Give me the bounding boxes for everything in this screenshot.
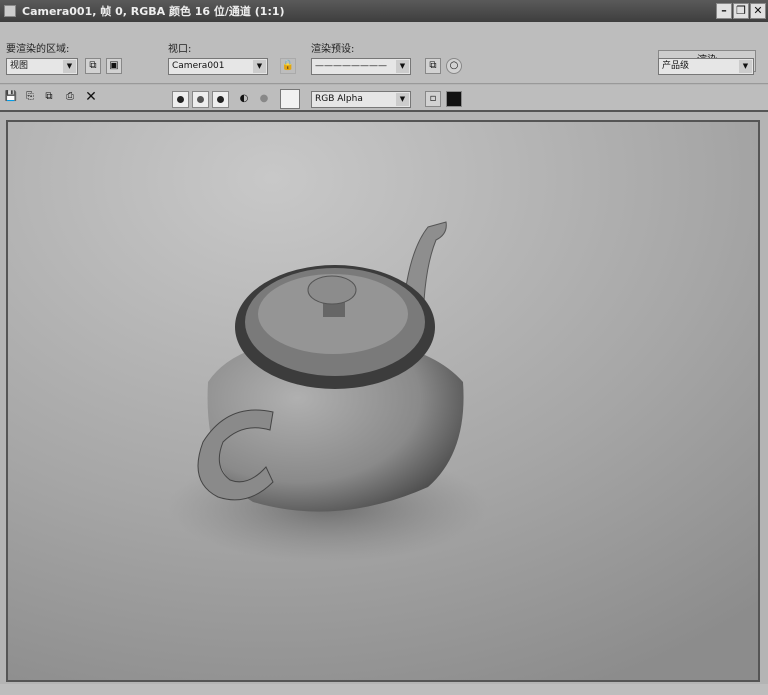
display-toggle-icon[interactable]: ▫ [425, 91, 441, 107]
blue-channel-toggle[interactable] [212, 91, 229, 108]
save-icon[interactable]: 💾 [3, 90, 19, 106]
area-value: 视图 [10, 61, 29, 71]
close-button[interactable]: ✕ [750, 3, 766, 19]
green-channel-toggle[interactable] [192, 91, 209, 108]
clone-icon[interactable]: ⧉ [41, 90, 57, 106]
print-icon[interactable]: ⎙ [62, 90, 78, 106]
restore-button[interactable]: ❐ [733, 3, 749, 19]
area-dropdown[interactable]: 视图 ▼ [6, 58, 78, 75]
alpha-channel-icon[interactable]: ◐ [236, 92, 252, 108]
red-channel-toggle[interactable] [172, 91, 189, 108]
viewport-label: 视口: [168, 44, 192, 55]
edit-region-icon[interactable]: ⧉ [85, 58, 101, 74]
lock-icon[interactable]: 🔒 [280, 58, 296, 74]
background-toggle-icon[interactable] [446, 91, 462, 107]
copy-icon[interactable]: ⎘ [22, 90, 38, 106]
chevron-down-icon: ▼ [739, 60, 752, 73]
viewport-value: Camera001 [172, 61, 225, 71]
environment-icon[interactable]: ○ [446, 58, 462, 74]
status-bar [0, 684, 768, 695]
app-icon [4, 5, 16, 17]
preset-value: ———————— [315, 61, 387, 71]
render-mode-dropdown[interactable]: 产品级 ▼ [658, 58, 754, 75]
channel-dropdown[interactable]: RGB Alpha ▼ [311, 91, 411, 108]
monochrome-icon[interactable]: ● [256, 92, 272, 108]
area-label: 要渲染的区域: [6, 44, 70, 55]
window-title: Camera001, 帧 0, RGBA 颜色 16 位/通道 (1:1) [22, 5, 285, 18]
viewport-dropdown[interactable]: Camera001 ▼ [168, 58, 268, 75]
auto-region-icon[interactable]: ▣ [106, 58, 122, 74]
preset-dropdown[interactable]: ———————— ▼ [311, 58, 411, 75]
chevron-down-icon: ▼ [396, 93, 409, 106]
minimize-button[interactable]: – [716, 3, 732, 19]
color-swatch[interactable] [280, 89, 300, 109]
teapot-render [8, 122, 758, 680]
chevron-down-icon: ▼ [396, 60, 409, 73]
chevron-down-icon: ▼ [253, 60, 266, 73]
clear-icon[interactable]: ✕ [83, 90, 99, 106]
title-bar: Camera001, 帧 0, RGBA 颜色 16 位/通道 (1:1) – … [0, 0, 768, 22]
render-setup-icon[interactable]: ⧉ [425, 58, 441, 74]
preset-label: 渲染预设: [311, 44, 355, 55]
channel-value: RGB Alpha [315, 94, 363, 104]
chevron-down-icon: ▼ [63, 60, 76, 73]
rendered-image [6, 120, 760, 682]
render-mode-value: 产品级 [662, 61, 690, 71]
render-settings-toolbar: 要渲染的区域: 视图 ▼ ⧉ ▣ 视口: Camera001 ▼ 🔒 渲染预设: —… [0, 22, 768, 84]
